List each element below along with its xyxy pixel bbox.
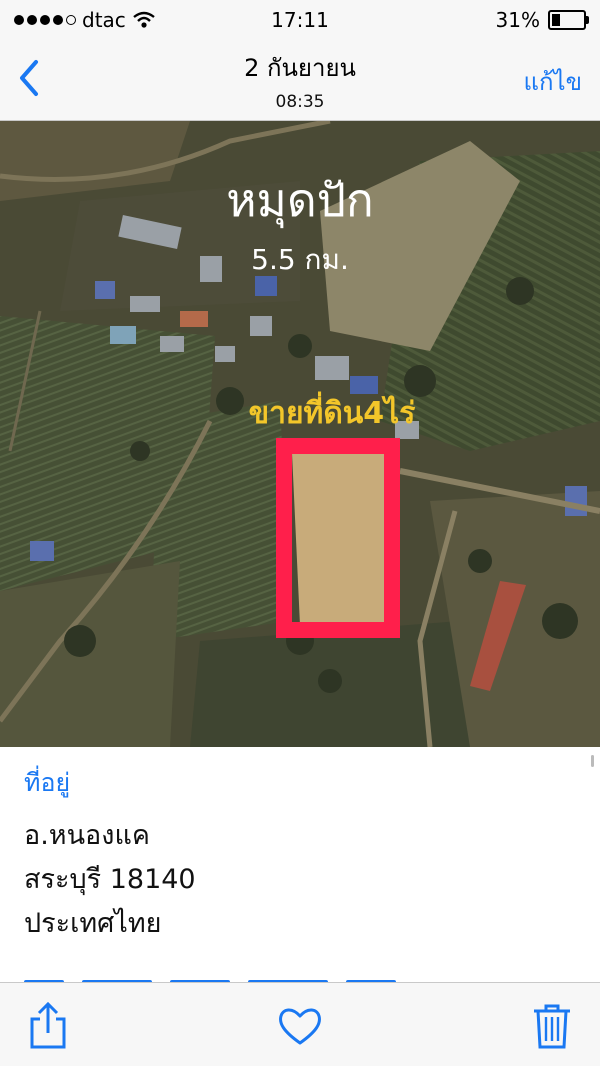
address-label: ที่อยู่ (24, 768, 71, 797)
aerial-photo[interactable]: หมุดปัก 5.5 กม. ขายที่ดิน4ไร่ (0, 121, 600, 747)
scroll-indicator (591, 755, 594, 767)
partially-hidden-row (24, 969, 484, 983)
overlay-distance: 5.5 กม. (251, 243, 349, 276)
address-line-2: สระบุรี 18140 (24, 864, 196, 895)
bottom-toolbar (0, 982, 600, 1066)
address-line-3: ประเทศไทย (24, 908, 162, 939)
trash-icon[interactable] (530, 1001, 574, 1051)
share-icon[interactable] (26, 1001, 70, 1051)
battery-icon (548, 10, 589, 30)
aerial-image: หมุดปัก 5.5 กม. ขายที่ดิน4ไร่ (0, 121, 600, 747)
photo-time-subtitle: 08:35 (275, 92, 325, 112)
edit-button[interactable]: แก้ไข (524, 62, 582, 101)
photo-viewer-screen: dtac 17:11 31% 2 กันยายน 08:35 แก้ไข หมุ… (0, 0, 600, 1066)
battery-level-fill (552, 14, 561, 26)
status-right: 31% (495, 8, 589, 32)
photo-date-title: 2 กันยายน (244, 54, 356, 82)
navigation-bar: 2 กันยายน 08:35 แก้ไข (0, 40, 600, 121)
heart-icon[interactable] (277, 1001, 323, 1051)
overlay-sale-text: ขายที่ดิน4ไร่ (249, 391, 416, 431)
overlay-title: หมุดปัก (226, 173, 374, 229)
battery-percent: 31% (495, 8, 540, 32)
address-line-1: อ.หนองแค (24, 820, 150, 851)
status-bar: dtac 17:11 31% (0, 0, 600, 40)
location-info-panel: ที่อยู่ อ.หนองแค สระบุรี 18140 ประเทศไทย (0, 747, 600, 983)
